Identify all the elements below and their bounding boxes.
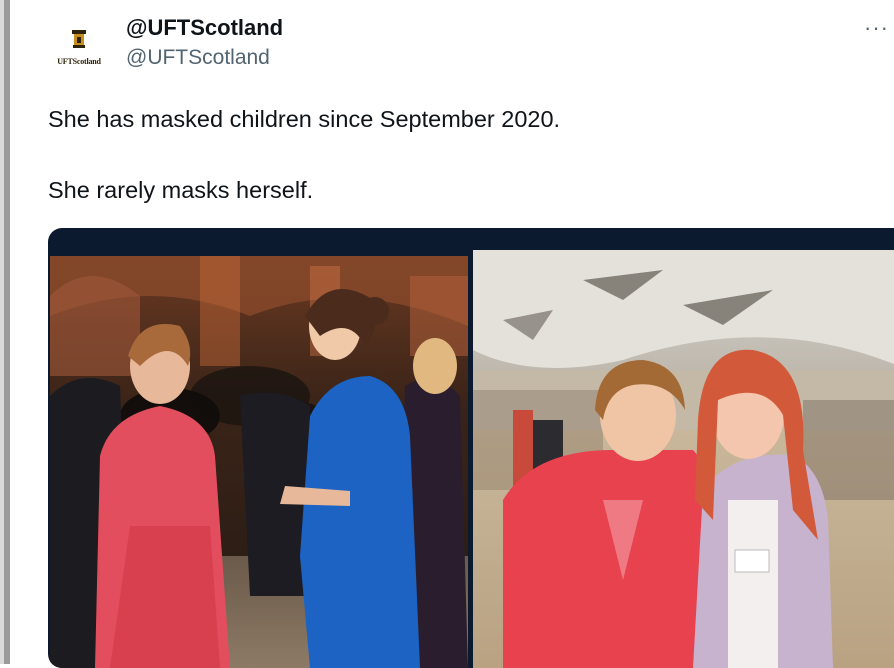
avatar[interactable]: UFTScotland (50, 16, 108, 74)
photo-parliament-event-image (473, 250, 894, 668)
tweet[interactable]: UFTScotland @UFTScotland @UFTScotland ··… (10, 0, 894, 668)
tweet-line: She has masked children since September … (48, 106, 561, 132)
ellipsis-icon[interactable]: ··· (864, 10, 894, 46)
avatar-logo-text: UFTScotland (57, 56, 101, 66)
photo-formal-event[interactable] (50, 256, 468, 668)
tweet-media[interactable] (48, 228, 894, 668)
tweet-text: She has masked children since September … (48, 105, 868, 204)
photo-formal-event-image (50, 256, 468, 668)
author-display-name[interactable]: @UFTScotland (126, 14, 283, 42)
author-names: @UFTScotland @UFTScotland (126, 14, 283, 74)
lamp-logo-icon (72, 29, 86, 48)
window-left-edge (0, 0, 10, 664)
tweet-line: She rarely masks herself. (48, 177, 314, 203)
author-handle[interactable]: @UFTScotland (126, 42, 283, 74)
photo-parliament-event[interactable] (473, 250, 894, 668)
